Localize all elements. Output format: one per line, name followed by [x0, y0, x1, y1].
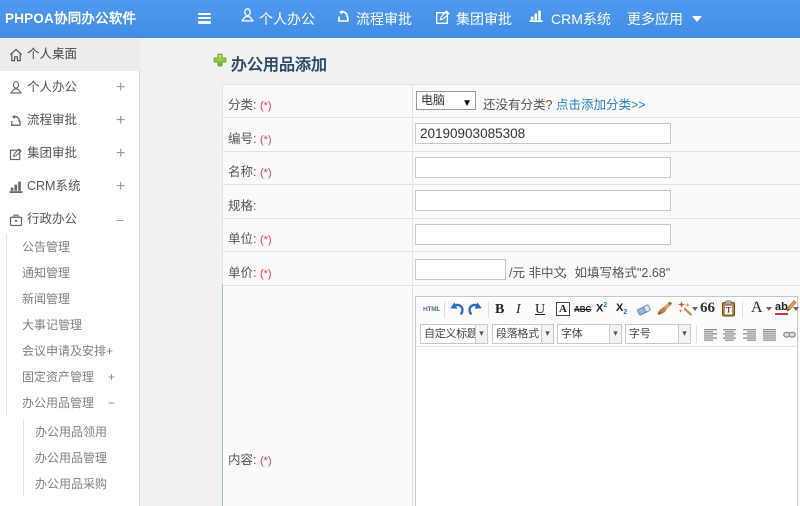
svg-text:T: T [726, 306, 732, 315]
